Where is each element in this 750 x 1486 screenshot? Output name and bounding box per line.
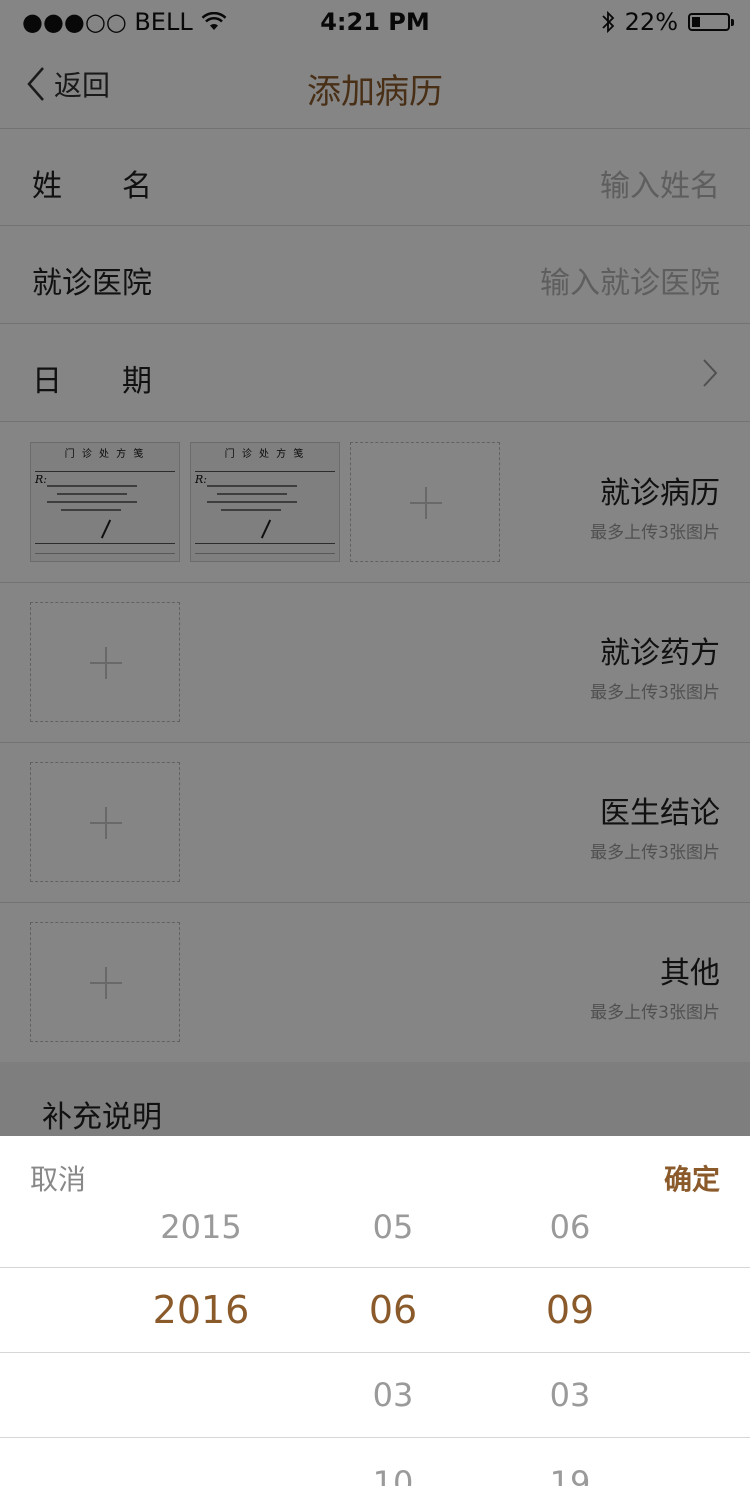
picker-item[interactable]: 03 xyxy=(293,1376,493,1414)
picker-item-selected[interactable]: 2016 xyxy=(101,1288,301,1332)
add-medical-record-page: ●●●○○ BELL 4:21 PM 22% 返回 添加病历 姓 名 输入姓名 … xyxy=(0,0,750,1486)
date-picker: 取消 确定 2015 2016 05 06 03 10 06 09 03 19 xyxy=(0,1136,750,1486)
picker-divider xyxy=(0,1437,750,1438)
picker-item[interactable]: 10 xyxy=(293,1464,493,1486)
picker-item[interactable]: 2015 xyxy=(101,1208,301,1246)
picker-item[interactable]: 03 xyxy=(470,1376,670,1414)
confirm-button[interactable]: 确定 xyxy=(664,1158,720,1198)
picker-divider xyxy=(0,1352,750,1353)
picker-item[interactable]: 19 xyxy=(470,1464,670,1486)
picker-item-selected[interactable]: 09 xyxy=(470,1288,670,1332)
picker-divider xyxy=(0,1267,750,1268)
picker-item[interactable]: 05 xyxy=(293,1208,493,1246)
picker-item-selected[interactable]: 06 xyxy=(293,1288,493,1332)
cancel-button[interactable]: 取消 xyxy=(30,1158,86,1198)
picker-item[interactable]: 06 xyxy=(470,1208,670,1246)
modal-overlay[interactable] xyxy=(0,0,750,1136)
